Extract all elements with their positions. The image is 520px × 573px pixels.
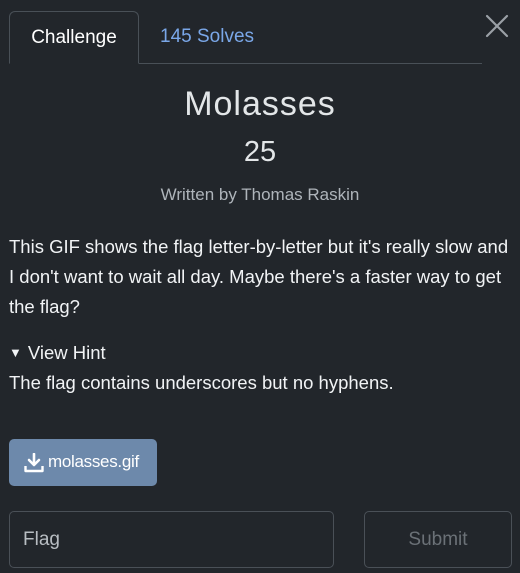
challenge-title: Molasses [184,85,336,123]
view-hint-toggle[interactable]: ▼ View Hint [9,342,106,364]
hint-text: The flag contains underscores but no hyp… [9,372,394,393]
file-name: molasses.gif [48,452,139,471]
triangle-down-icon: ▼ [9,345,22,360]
close-icon [485,14,509,38]
tab-bar: Challenge 145 Solves [9,11,482,64]
tab-challenge[interactable]: Challenge [9,11,139,64]
submit-button[interactable]: Submit [364,511,512,568]
challenge-description: This GIF shows the flag letter-by-letter… [9,236,509,317]
view-hint-label: View Hint [27,342,106,363]
flag-input[interactable] [9,511,334,568]
challenge-author: Written by Thomas Raskin [160,185,360,204]
download-file-button[interactable]: molasses.gif [9,439,157,486]
tab-solves[interactable]: 145 Solves [160,11,254,63]
download-icon [24,453,44,473]
challenge-modal: Challenge 145 Solves Molasses 25 Written… [0,0,520,573]
close-button[interactable] [484,13,510,39]
challenge-points: 25 [243,136,277,168]
